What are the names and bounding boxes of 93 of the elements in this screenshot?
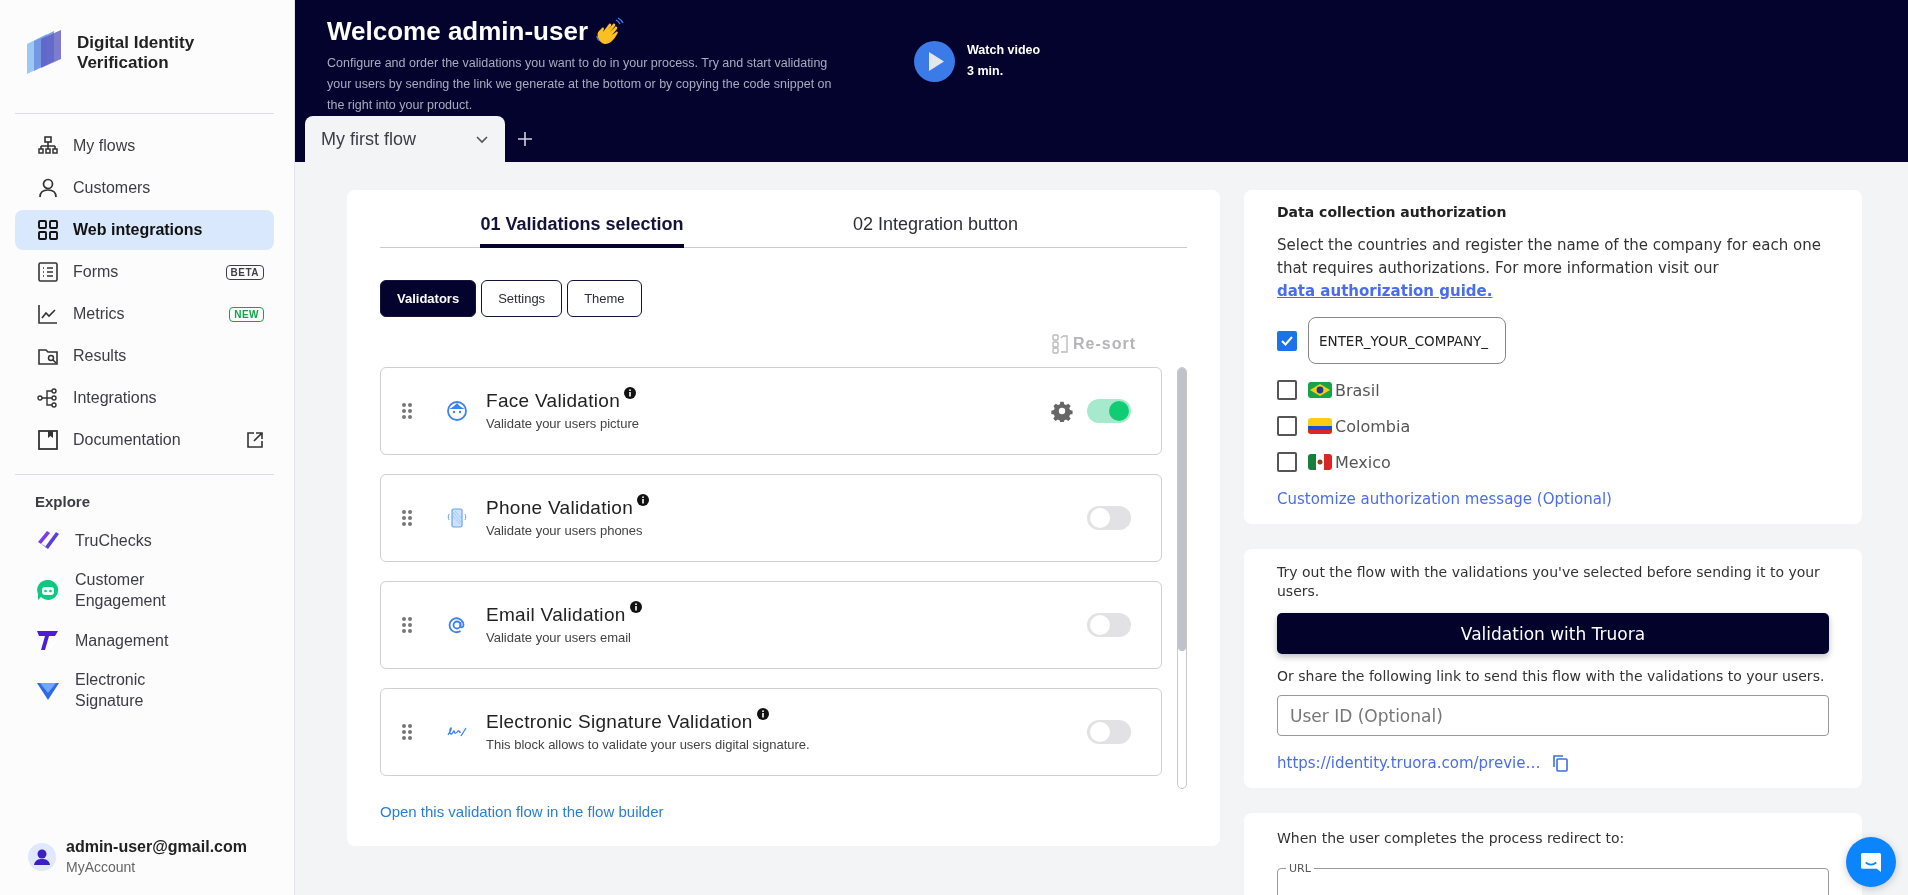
drag-handle-icon[interactable] — [400, 401, 414, 420]
explore-item[interactable]: Electronic Signature — [15, 668, 274, 712]
validation-title: Electronic Signature Validation — [486, 711, 753, 733]
user-id-field[interactable]: User ID (Optional) — [1277, 695, 1829, 736]
drag-handle-icon[interactable] — [400, 615, 414, 634]
info-icon[interactable] — [756, 708, 769, 720]
add-tab-icon[interactable] — [517, 131, 533, 147]
url-field[interactable]: URL — [1277, 862, 1829, 895]
checks-logo-icon — [35, 528, 61, 552]
country-name: Colombia — [1335, 416, 1411, 436]
country-name: Brasil — [1335, 380, 1380, 400]
colombia-flag-icon — [1308, 418, 1332, 434]
subtab-button[interactable]: Theme — [567, 279, 642, 317]
authorization-text: Select the countries and register the name of the company for each one that requires authorizations. For more information visit our data authorization guide. — [1277, 235, 1822, 302]
validation-title: Face Validation — [486, 390, 621, 412]
chat-bot-logo-icon — [35, 578, 61, 602]
account-email: admin-user@gmail.com — [66, 838, 247, 856]
validation-description: Validate your users picture — [486, 416, 640, 431]
info-icon[interactable] — [629, 601, 642, 613]
validation-button[interactable]: Validation with Truora — [1277, 613, 1829, 654]
checkbox[interactable] — [1277, 330, 1297, 351]
grid-icon — [37, 219, 59, 241]
nav-item[interactable]: My flows — [15, 126, 274, 166]
nav-item[interactable]: Customers — [15, 168, 274, 208]
settings-icon[interactable] — [1051, 399, 1073, 422]
info-icon[interactable] — [637, 494, 650, 506]
subtab-button[interactable]: Settings — [481, 279, 563, 317]
person-icon — [37, 177, 59, 199]
toggle-switch[interactable] — [1087, 505, 1131, 530]
checkbox[interactable] — [1277, 380, 1297, 400]
checkmark-icon — [1281, 335, 1293, 346]
validation-description: This block allows to validate your users digital signature. — [486, 737, 811, 752]
toggle-switch[interactable] — [1087, 612, 1131, 637]
list-icon — [37, 261, 59, 283]
product-title: Digital Identity Verification — [77, 33, 196, 73]
validation-description: Validate your users email — [486, 630, 632, 645]
play-button-icon[interactable] — [914, 40, 955, 82]
share-text: Or share the following link to send this flow with the validations to your users. — [1277, 667, 1826, 686]
status-badge: NEW — [229, 306, 264, 322]
guide-link[interactable]: data authorization guide. — [1277, 282, 1493, 300]
account-link[interactable]: MyAccount — [66, 859, 247, 875]
nav-item[interactable]: Documentation — [15, 420, 274, 460]
nav-item[interactable]: Web integrations — [15, 210, 274, 250]
section-heading: Explore — [34, 492, 92, 512]
preview-text: Try out the flow with the validations you've selected before sending it to your users. — [1277, 563, 1821, 601]
sitemap-icon — [37, 135, 59, 157]
card-title: Data collection authorization — [1277, 204, 1508, 220]
chat-icon — [1861, 852, 1881, 872]
toggle-switch[interactable] — [1087, 398, 1131, 423]
nav-item[interactable]: Results — [15, 336, 274, 376]
welcome-title: Welcome admin-user — [327, 16, 589, 47]
checkbox[interactable] — [1277, 452, 1297, 472]
waving-hand-icon — [594, 16, 625, 47]
validation-description: Validate your users phones — [486, 523, 644, 538]
step-tab[interactable]: 02 Integration button — [684, 204, 1187, 248]
toggle-switch[interactable] — [1087, 719, 1131, 744]
subtab-button[interactable]: Validators — [380, 279, 477, 317]
brazil-flag-icon — [1308, 382, 1332, 398]
explore-item[interactable]: Customer Engagement — [15, 568, 274, 612]
drag-handle-icon[interactable] — [400, 722, 414, 741]
mexico-flag-icon — [1308, 454, 1332, 470]
management-logo-icon — [35, 628, 61, 652]
video-duration: 3 min. — [967, 63, 1005, 80]
customize-message-link[interactable]: Customize authorization message (Optional) — [1277, 490, 1829, 508]
checkbox[interactable] — [1277, 416, 1297, 436]
validation-title: Phone Validation — [486, 497, 634, 519]
phone-icon — [446, 506, 468, 529]
step-tab[interactable]: 01 Validations selection — [480, 204, 684, 248]
validation-title: Email Validation — [486, 604, 626, 626]
nav-item[interactable]: Integrations — [15, 378, 274, 418]
country-name: Mexico — [1335, 452, 1391, 472]
status-badge: BETA — [225, 264, 264, 280]
flow-builder-link[interactable]: Open this validation flow in the flow builder — [380, 802, 1187, 820]
chat-button[interactable] — [1846, 837, 1896, 887]
book-icon — [37, 429, 59, 451]
video-link[interactable]: Watch video — [967, 40, 1041, 61]
preview-url-link[interactable]: https://identity.truora.com/previe… — [1277, 754, 1541, 772]
drag-handle-icon[interactable] — [400, 508, 414, 527]
explore-item[interactable]: Management — [15, 618, 274, 662]
welcome-description: Configure and order the validations you want to do in your process. Try and start validating your users by sending the link we generate at the bottom or by copying the code snippet on the right into your product. — [327, 55, 832, 114]
explore-item[interactable]: TruChecks — [15, 518, 274, 562]
reorder-icon — [1052, 333, 1070, 354]
company-name-field[interactable]: ENTER_YOUR_COMPANY_ — [1308, 317, 1506, 364]
flow-tab[interactable]: My first flow — [305, 116, 505, 162]
nodes-icon — [37, 387, 59, 409]
face-icon — [446, 399, 468, 422]
info-icon[interactable] — [624, 387, 637, 399]
chart-icon — [37, 303, 59, 325]
redirect-text: When the user completes the process redirect to: — [1277, 829, 1626, 848]
nav-item[interactable]: Forms BETA — [15, 252, 274, 292]
nav-item[interactable]: Metrics NEW — [15, 294, 274, 334]
avatar-icon — [28, 842, 56, 871]
copy-icon[interactable] — [1552, 754, 1569, 772]
